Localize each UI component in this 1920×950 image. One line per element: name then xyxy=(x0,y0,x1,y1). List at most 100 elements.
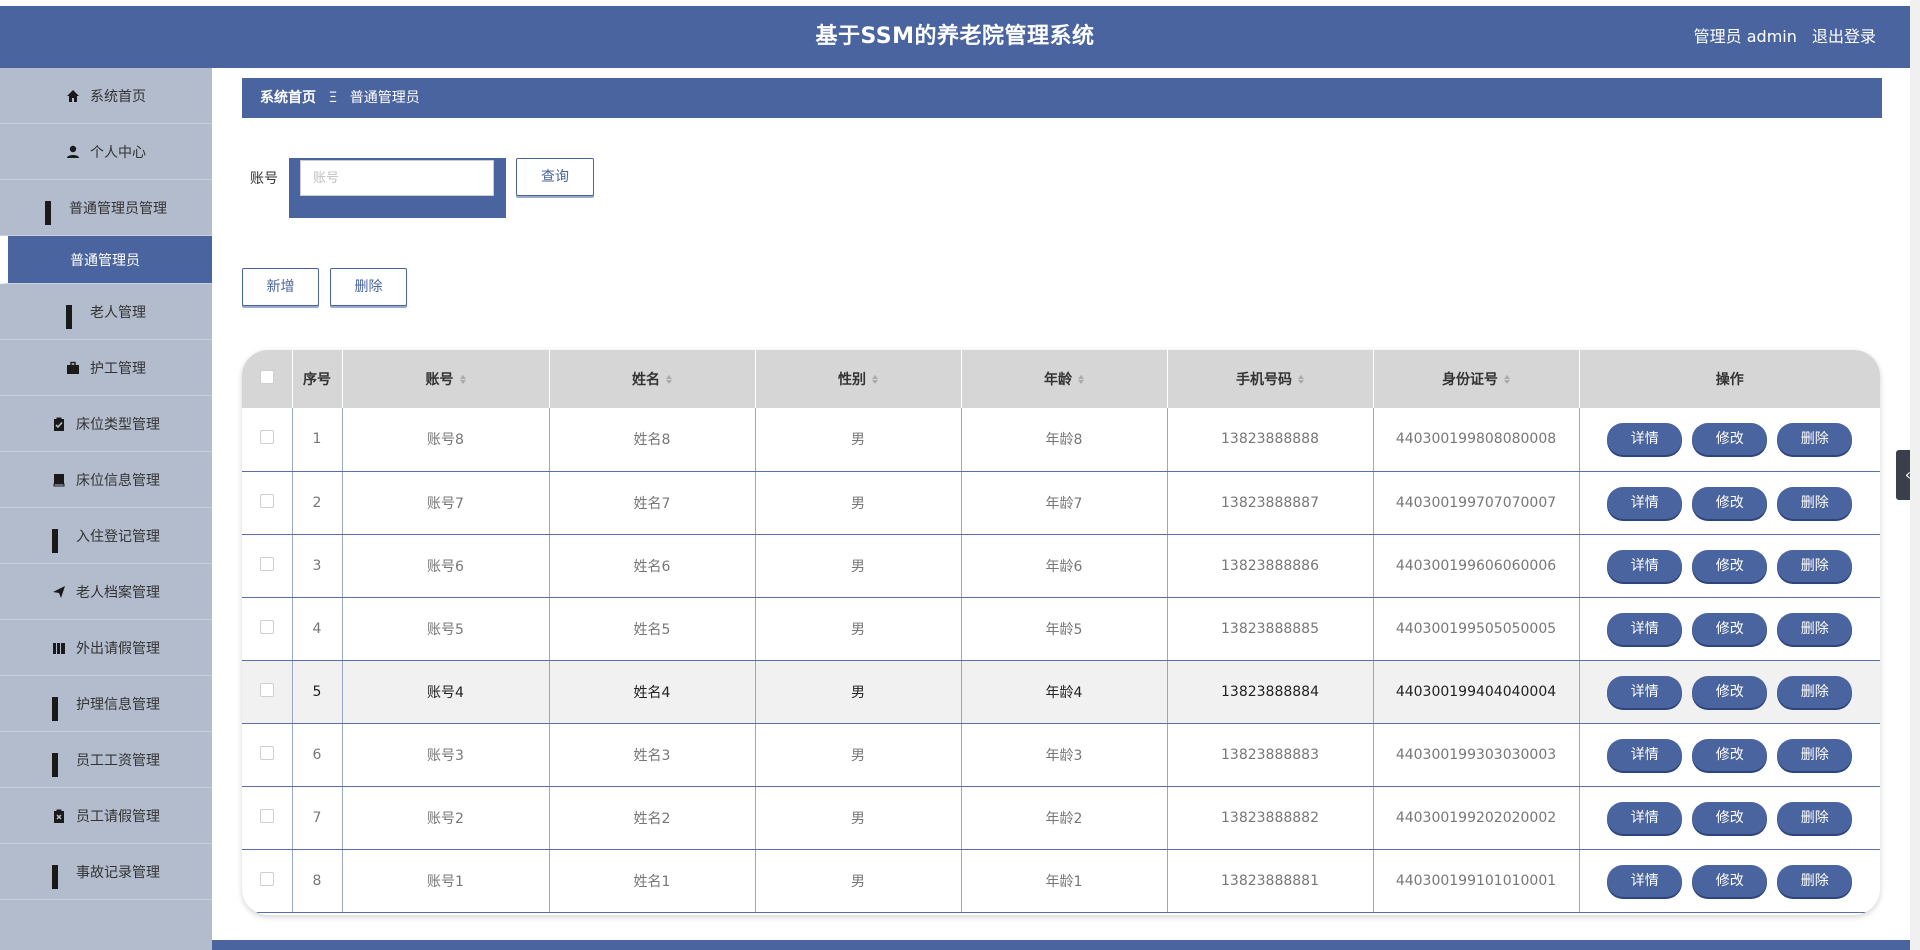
cell-name: 姓名5 xyxy=(549,597,756,661)
row-checkbox[interactable] xyxy=(259,808,274,823)
select-all-checkbox[interactable] xyxy=(259,370,274,384)
cell-account: 账号3 xyxy=(342,723,550,787)
edit-button[interactable]: 修改 xyxy=(1692,612,1768,645)
table-row[interactable]: 5 账号4 姓名4 男年龄4 13823888884 440300199404040004… xyxy=(242,660,1880,724)
cell-phone: 13823888888 xyxy=(1167,408,1374,472)
page-scrollbar[interactable] xyxy=(1910,0,1920,950)
delete-button[interactable]: 删除 xyxy=(1777,486,1853,519)
sidebar-item-leave-out[interactable]: 外出请假管理 xyxy=(0,620,212,676)
query-button[interactable]: 查询 xyxy=(516,158,594,196)
edit-button[interactable]: 修改 xyxy=(1692,738,1768,771)
clipboard-check-icon xyxy=(52,417,66,431)
detail-button[interactable]: 详情 xyxy=(1607,549,1683,582)
row-select-cell xyxy=(242,660,293,724)
cell-actions: 详情 修改 删除 xyxy=(1579,408,1880,472)
row-checkbox[interactable] xyxy=(259,682,274,697)
detail-button[interactable]: 详情 xyxy=(1607,612,1683,645)
delete-button[interactable]: 删除 xyxy=(1777,801,1853,834)
row-checkbox[interactable] xyxy=(259,745,274,760)
sidebar-item-label: 床位类型管理 xyxy=(76,416,160,433)
delete-button[interactable]: 删除 xyxy=(1777,738,1853,771)
sidebar-item-label: 老人档案管理 xyxy=(76,584,160,601)
app-title: 基于SSM的养老院管理系统 xyxy=(815,24,1095,49)
delete-button[interactable]: 删除 xyxy=(1777,864,1853,897)
cell-gender: 男 xyxy=(755,471,962,535)
delete-button[interactable]: 删除 xyxy=(1777,612,1853,645)
sidebar-item-checkin[interactable]: 入住登记管理 xyxy=(0,508,212,564)
column-header-gender[interactable]: 性别 xyxy=(755,350,962,408)
logout-link[interactable]: 退出登录 xyxy=(1812,27,1876,46)
sort-icon[interactable] xyxy=(459,375,466,384)
sort-icon[interactable] xyxy=(1298,375,1304,384)
sidebar-item-accident[interactable]: 事故记录管理 xyxy=(0,844,212,900)
cell-account: 账号6 xyxy=(342,534,550,598)
cell-actions: 详情 修改 删除 xyxy=(1579,597,1880,661)
row-checkbox[interactable] xyxy=(259,619,274,634)
cell-name: 姓名6 xyxy=(549,534,756,598)
detail-button[interactable]: 详情 xyxy=(1607,864,1683,897)
detail-button[interactable]: 详情 xyxy=(1607,486,1683,519)
detail-button[interactable]: 详情 xyxy=(1607,423,1683,456)
delete-button[interactable]: 删除 xyxy=(1777,675,1853,708)
sidebar-item-profile[interactable]: 个人中心 xyxy=(0,124,212,180)
table-row[interactable]: 1 账号8 姓名8 男年龄8 13823888888 440300199808080008… xyxy=(242,408,1880,472)
cell-actions: 详情 修改 删除 xyxy=(1579,723,1880,787)
cell-gender: 男 xyxy=(755,408,962,472)
cell-no: 1 xyxy=(292,408,343,472)
detail-button[interactable]: 详情 xyxy=(1607,675,1683,708)
batch-delete-button[interactable]: 删除 xyxy=(330,268,407,306)
table-row[interactable]: 2 账号7 姓名7 男年龄7 13823888887 440300199707070007… xyxy=(242,471,1880,535)
table-row[interactable]: 8 账号1 姓名1 男年龄1 13823888881 440300199101010001… xyxy=(242,849,1880,913)
row-checkbox[interactable] xyxy=(259,493,274,508)
table-row[interactable]: 7 账号2 姓名2 男年龄2 13823888882 440300199202020002… xyxy=(242,786,1880,850)
detail-button[interactable]: 详情 xyxy=(1607,738,1683,771)
sidebar-item-staff-leave[interactable]: 员工请假管理 xyxy=(0,788,212,844)
delete-button[interactable]: 删除 xyxy=(1777,549,1853,582)
table-row[interactable]: 6 账号3 姓名3 男年龄3 13823888883 440300199303030003… xyxy=(242,723,1880,787)
column-header-name[interactable]: 姓名 xyxy=(549,350,756,408)
cell-no: 2 xyxy=(292,471,343,535)
column-header-account[interactable]: 账号 xyxy=(342,350,550,408)
sidebar-item-elderly[interactable]: 老人管理 xyxy=(0,284,212,340)
sidebar-item-label: 外出请假管理 xyxy=(76,640,160,657)
cell-account: 账号7 xyxy=(342,471,550,535)
sort-icon[interactable] xyxy=(1504,375,1510,384)
edit-button[interactable]: 修改 xyxy=(1692,801,1768,834)
breadcrumb-home[interactable]: 系统首页 xyxy=(260,90,316,106)
edit-button[interactable]: 修改 xyxy=(1692,864,1768,897)
sidebar-item-elderly-archive[interactable]: 老人档案管理 xyxy=(0,564,212,620)
column-header-phone[interactable]: 手机号码 xyxy=(1167,350,1374,408)
cell-idcard: 440300199303030003 xyxy=(1373,723,1580,787)
edit-button[interactable]: 修改 xyxy=(1692,675,1768,708)
delete-button[interactable]: 删除 xyxy=(1777,423,1853,456)
table-row[interactable]: 4 账号5 姓名5 男年龄5 13823888885 440300199505050005… xyxy=(242,597,1880,661)
sidebar-item-caregiver[interactable]: 护工管理 xyxy=(0,340,212,396)
column-header-actions: 操作 xyxy=(1715,372,1744,388)
edit-button[interactable]: 修改 xyxy=(1692,549,1768,582)
cell-phone: 13823888884 xyxy=(1167,660,1374,724)
cell-gender: 男 xyxy=(755,597,962,661)
sidebar-item-home[interactable]: 系统首页 xyxy=(0,68,212,124)
row-checkbox[interactable] xyxy=(259,556,274,571)
sort-icon[interactable] xyxy=(1078,375,1084,384)
table-row[interactable]: 3 账号6 姓名6 男年龄6 13823888886 440300199606060006… xyxy=(242,534,1880,598)
add-button[interactable]: 新增 xyxy=(242,268,319,306)
edit-button[interactable]: 修改 xyxy=(1692,486,1768,519)
sidebar-item-bed-type[interactable]: 床位类型管理 xyxy=(0,396,212,452)
edit-button[interactable]: 修改 xyxy=(1692,423,1768,456)
sort-icon[interactable] xyxy=(872,375,878,384)
sidebar-item-bed-info[interactable]: 床位信息管理 xyxy=(0,452,212,508)
row-checkbox[interactable] xyxy=(259,871,274,886)
cell-age: 年龄3 xyxy=(961,723,1168,787)
cell-idcard: 440300199505050005 xyxy=(1373,597,1580,661)
sidebar-item-admin-management[interactable]: 普通管理员管理 xyxy=(0,180,212,236)
column-header-age[interactable]: 年龄 xyxy=(961,350,1168,408)
sidebar-item-admin[interactable]: 普通管理员 xyxy=(0,236,212,284)
sidebar-item-nursing[interactable]: 护理信息管理 xyxy=(0,676,212,732)
search-input[interactable] xyxy=(300,160,494,196)
column-header-idcard[interactable]: 身份证号 xyxy=(1373,350,1580,408)
sort-icon[interactable] xyxy=(666,375,672,384)
row-checkbox[interactable] xyxy=(259,430,274,445)
sidebar-item-salary[interactable]: 员工工资管理 xyxy=(0,732,212,788)
detail-button[interactable]: 详情 xyxy=(1607,801,1683,834)
